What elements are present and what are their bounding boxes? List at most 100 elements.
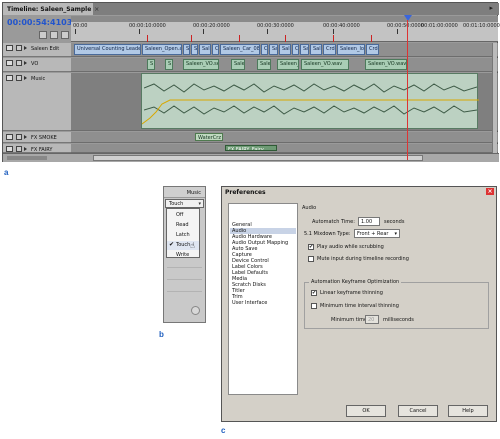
video-clip[interactable]: Sal	[199, 44, 211, 55]
close-icon[interactable]: ×	[486, 188, 494, 195]
audio-clip[interactable]: S	[147, 59, 155, 70]
marker[interactable]	[371, 35, 372, 42]
playhead-handle[interactable]	[404, 15, 412, 21]
audio-clip[interactable]: Sale	[257, 59, 271, 70]
lock-icon[interactable]	[16, 146, 22, 152]
min-time-input[interactable]: 20	[365, 315, 379, 324]
marker[interactable]	[285, 35, 286, 42]
video-clip[interactable]: Sal	[310, 44, 322, 55]
marker[interactable]	[191, 35, 192, 42]
video-clip[interactable]: C	[292, 44, 299, 55]
ruler-tick	[75, 29, 76, 34]
add-marker-icon[interactable]	[61, 31, 69, 39]
lock-icon[interactable]	[16, 75, 22, 81]
marker[interactable]	[147, 35, 148, 42]
ruler-label: 00:01:00:0000	[421, 23, 458, 29]
zoom-slider[interactable]	[7, 156, 47, 160]
video-clip[interactable]: Saleen_log	[337, 44, 365, 55]
marker-icon[interactable]	[50, 31, 58, 39]
ok-button[interactable]: OK	[346, 405, 386, 417]
video-clip[interactable]: Crde	[366, 44, 379, 55]
audio-clip[interactable]: Sale	[231, 59, 245, 70]
expand-icon[interactable]	[24, 46, 27, 50]
track-saleen-edit[interactable]: Universal Counting Leader Saleen_Open.a …	[71, 43, 498, 57]
automation-mode-dropdown[interactable]: Touch ▾	[165, 199, 204, 208]
timeline-tab[interactable]: Timeline: Saleen_Sample ×	[3, 3, 99, 15]
track-fx-fairy[interactable]: FX FAIRY_Fairy	[71, 144, 498, 153]
linear-thinning-checkbox[interactable]: ✔	[311, 290, 317, 296]
automatch-input[interactable]: 1.00	[358, 217, 380, 226]
video-clip[interactable]: S	[191, 44, 198, 55]
expand-icon[interactable]	[24, 135, 27, 139]
video-clip[interactable]: C	[212, 44, 219, 55]
help-button[interactable]: Help	[448, 405, 488, 417]
track-music[interactable]	[71, 73, 498, 131]
vertical-scrollbar[interactable]	[492, 43, 497, 153]
track-header-fx-fairy[interactable]: FX FAIRY	[3, 144, 71, 153]
timecode-display[interactable]: 00:00:54:41030	[7, 18, 78, 27]
min-time-label: Minimum time:	[331, 317, 369, 323]
pan-knob[interactable]	[191, 306, 200, 315]
menu-item-latch[interactable]: Latch	[167, 231, 199, 240]
lock-icon[interactable]	[16, 60, 22, 66]
track-header-vo[interactable]: VO	[3, 58, 71, 72]
play-scrubbing-checkbox[interactable]: ✔	[308, 244, 314, 250]
check-icon: ✔	[169, 241, 175, 248]
min-interval-checkbox[interactable]	[311, 303, 317, 309]
audio-clip[interactable]: WaterCrz	[195, 133, 223, 141]
speaker-icon[interactable]	[6, 60, 13, 66]
video-clip[interactable]: Saleen_Open.a	[142, 44, 182, 55]
zoom-navigator[interactable]	[71, 16, 498, 22]
speaker-icon[interactable]	[6, 146, 13, 152]
snap-icon[interactable]	[39, 31, 47, 39]
lock-icon[interactable]	[16, 134, 22, 140]
horizontal-scrollbar[interactable]	[3, 153, 499, 162]
expand-icon[interactable]	[24, 61, 27, 65]
menu-item-read[interactable]: Read	[167, 221, 199, 230]
audio-clip[interactable]: S	[165, 59, 173, 70]
audio-clip[interactable]: Saleen_VO.wav	[365, 59, 407, 70]
track-vo[interactable]: S S Saleen_VO.sec Sale Sale Saleen_ Sale…	[71, 58, 498, 72]
marker[interactable]	[333, 35, 334, 42]
track-fx-smoke[interactable]: WaterCrz	[71, 132, 498, 143]
ruler-label: 00:00:30:0000	[257, 23, 294, 29]
menu-item-write[interactable]: Write	[167, 251, 199, 260]
dialog-title: Preferences	[222, 187, 496, 197]
track-header-fx-smoke[interactable]: FX SMOKE	[3, 132, 71, 143]
audio-clip[interactable]: FX FAIRY_Fairy	[225, 145, 277, 151]
video-clip[interactable]: Sal	[279, 44, 291, 55]
video-clip[interactable]: Sa	[269, 44, 278, 55]
speaker-icon[interactable]	[6, 134, 13, 140]
track-header-music[interactable]: Music	[3, 73, 71, 131]
video-clip[interactable]: C	[261, 44, 268, 55]
audio-clip[interactable]: Saleen_	[277, 59, 299, 70]
min-time-unit: milliseconds	[383, 317, 414, 323]
mixdown-dropdown[interactable]: Front + Rear ▾	[354, 229, 400, 238]
category-user-interface[interactable]: User Interface	[230, 300, 296, 306]
cancel-button[interactable]: Cancel	[398, 405, 438, 417]
volume-keyframe-line[interactable]	[142, 74, 479, 130]
speaker-icon[interactable]	[6, 75, 13, 81]
ruler-label: 00:00:50:0000	[387, 23, 424, 29]
video-clip[interactable]: Crde	[323, 44, 336, 55]
video-clip[interactable]: S	[183, 44, 190, 55]
track-header-saleen-edit[interactable]: Saleen Edit	[3, 43, 71, 57]
menu-item-off[interactable]: Off	[167, 211, 199, 220]
audio-clip[interactable]: Saleen_VO.wav	[301, 59, 349, 70]
mute-input-checkbox[interactable]	[308, 256, 314, 262]
expand-icon[interactable]	[24, 147, 27, 151]
chevron-down-icon: ▾	[394, 231, 397, 237]
video-clip[interactable]: Sa	[300, 44, 309, 55]
video-clip[interactable]: Saleen_Car_08	[220, 44, 260, 55]
audio-clip[interactable]: Saleen_VO.sec	[183, 59, 219, 70]
marker[interactable]	[239, 35, 240, 42]
video-clip[interactable]: Universal Counting Leader	[74, 44, 141, 55]
music-audio-clip[interactable]	[141, 73, 479, 130]
time-ruler[interactable]: 00:00 00:00:10:0000 00:00:20:0000 00:00:…	[71, 16, 500, 42]
panel-menu-icon[interactable]: ▸	[489, 4, 493, 12]
scroll-thumb[interactable]	[93, 155, 423, 161]
eye-icon[interactable]	[6, 45, 13, 51]
lock-icon[interactable]	[16, 45, 22, 51]
collapse-icon[interactable]	[24, 76, 27, 80]
close-icon[interactable]: ×	[94, 6, 99, 13]
